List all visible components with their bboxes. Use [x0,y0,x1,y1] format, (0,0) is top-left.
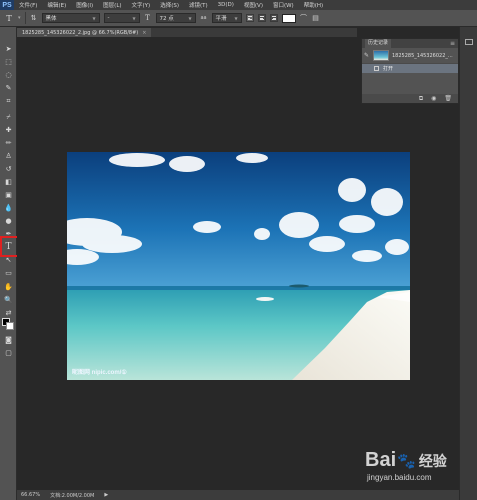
baidu-brand-right: 经验 [418,452,447,469]
chevron-down-icon: ▼ [234,15,238,21]
lasso-tool-icon[interactable]: ◌ [3,71,14,80]
move-tool-icon[interactable]: ➤ [3,45,14,54]
quick-select-icon[interactable]: ✎ [3,84,14,93]
path-select-icon[interactable]: ↖ [3,256,14,265]
chevron-down-icon[interactable]: ▾ [18,15,21,21]
tools-panel: ➤ ⬚ ◌ ✎ ⌗ ⌿ ✚ ✏ ♙ ↺ ◧ ▣ 💧 ● ✒ T ↖ ▭ ✋ 🔍 … [0,27,17,500]
history-state-label: 打开 [383,66,394,72]
history-brush-icon[interactable]: ↺ [3,165,14,174]
align-right-button[interactable] [269,14,278,22]
zoom-tool-icon[interactable]: 🔍 [3,296,14,305]
menu-filter[interactable]: 滤镜(T) [184,1,213,9]
baidu-logo: Bai 🐾 经验 [365,449,470,472]
quick-mask-icon[interactable]: ◙ [3,336,14,345]
chevron-down-icon: ▼ [132,15,136,21]
trash-icon[interactable]: 🗑 [444,95,452,102]
antialias-value: 平滑 [215,16,227,22]
snapshot-thumbnail [373,50,389,61]
menu-file[interactable]: 文件(F) [14,1,42,9]
brush-tool-icon[interactable]: ✏ [3,139,14,148]
new-document-from-state-icon[interactable]: ⧉ [419,95,423,103]
snapshot-camera-icon[interactable]: ◉ [431,95,436,102]
photo-watermark: 昵图网 nipic.com/① [72,370,127,376]
history-panel-header: 历史记录 ≡ [362,39,458,48]
baidu-brand-left: Bai [365,449,397,471]
status-menu-arrow-icon[interactable]: ▶ [104,492,108,498]
menu-type[interactable]: 文字(Y) [127,1,156,9]
font-size-icon: T [145,14,150,22]
dodge-tool-icon[interactable]: ● [3,217,14,226]
history-panel-icon[interactable] [465,39,473,45]
panel-dock-strip [459,27,477,500]
eyedropper-icon[interactable]: ⌿ [3,113,14,122]
menu-3d[interactable]: 3D(D) [213,2,239,8]
status-bar: 66.67% 文档:2.00M/2.00M ▶ [17,490,459,500]
blur-tool-icon[interactable]: 💧 [3,204,14,213]
menu-edit[interactable]: 编辑(E) [42,1,71,9]
menu-view[interactable]: 视图(V) [239,1,268,9]
photoshop-logo: PS [0,0,14,10]
menu-window[interactable]: 窗口(W) [268,1,299,9]
text-orientation-icon[interactable]: ⇅ [30,14,38,22]
text-color-swatch[interactable] [281,13,296,23]
menu-help[interactable]: 帮助(H) [299,1,328,9]
menu-bar: PS 文件(F) 编辑(E) 图像(I) 图层(L) 文字(Y) 选择(S) 滤… [0,0,477,10]
hand-tool-icon[interactable]: ✋ [3,283,14,292]
font-family-value: 黑体 [45,16,57,22]
document-size: 文档:2.00M/2.00M [50,492,95,499]
menu-image[interactable]: 图像(I) [71,1,98,9]
font-style-value: - [107,15,110,21]
antialias-select[interactable]: 平滑 ▼ [211,13,242,23]
warp-text-icon[interactable]: ⌒ [300,13,308,23]
history-snapshot[interactable]: ✎ 1825285_145326022_... [362,48,458,64]
history-brush-source-icon[interactable]: ✎ [364,52,370,59]
antialias-label: aa [200,15,207,21]
document-icon [374,66,379,71]
options-bar: T ▾ ⇅ 黑体 ▼ - ▼ T 72 点 ▼ aa 平滑 ▼ ⌒ ▤ [0,10,477,27]
healing-brush-icon[interactable]: ✚ [3,126,14,135]
gradient-tool-icon[interactable]: ▣ [3,191,14,200]
chevron-down-icon: ▼ [92,15,96,21]
zoom-level[interactable]: 66.67% [21,492,40,498]
document-tab-title: 1825285_145326022_2.jpg @ 66.7%(RGB/8#) [22,29,139,36]
marquee-tool-icon[interactable]: ⬚ [3,58,14,67]
history-panel-footer: ⧉ ◉ 🗑 [362,94,458,103]
shape-tool-icon[interactable]: ▭ [3,269,14,278]
align-left-button[interactable] [245,14,254,22]
menu-select[interactable]: 选择(S) [155,1,184,9]
tool-preset-picker[interactable]: T [4,14,14,23]
crop-tool-icon[interactable]: ⌗ [3,97,14,106]
font-size-value: 72 点 [159,16,174,22]
baidu-url: jingyan.baidu.com [367,473,432,482]
baidu-jingyan-watermark: Bai 🐾 经验 jingyan.baidu.com [365,449,470,491]
history-state-open[interactable]: 打开 [362,64,458,73]
close-icon[interactable]: × [142,30,146,36]
history-tab[interactable]: 历史记录 [365,39,392,48]
paw-icon: 🐾 [397,452,416,470]
clone-stamp-icon[interactable]: ♙ [3,152,14,161]
snapshot-name: 1825285_145326022_... [392,52,453,59]
panel-menu-icon[interactable]: ≡ [450,40,455,47]
eraser-tool-icon[interactable]: ◧ [3,178,14,187]
document-image [67,152,410,380]
align-center-button[interactable] [257,14,266,22]
background-color-swatch[interactable] [6,322,14,330]
screen-mode-icon[interactable]: ▢ [3,349,14,358]
character-panel-icon[interactable]: ▤ [312,14,320,22]
divider [24,12,26,24]
font-size-select[interactable]: 72 点 ▼ [155,13,196,23]
swap-colors-icon[interactable]: ⇄ [3,309,14,318]
font-style-select[interactable]: - ▼ [103,13,140,23]
history-panel: 历史记录 ≡ ✎ 1825285_145326022_... 打开 ⧉ ◉ 🗑 [361,38,459,104]
chevron-down-icon: ▼ [188,15,192,21]
beach-photo [67,152,410,380]
menu-layer[interactable]: 图层(L) [98,1,126,9]
font-family-select[interactable]: 黑体 ▼ [41,13,100,23]
document-tab-bar: 1825285_145326022_2.jpg @ 66.7%(RGB/8#) … [17,28,357,37]
document-tab[interactable]: 1825285_145326022_2.jpg @ 66.7%(RGB/8#) … [17,28,152,37]
